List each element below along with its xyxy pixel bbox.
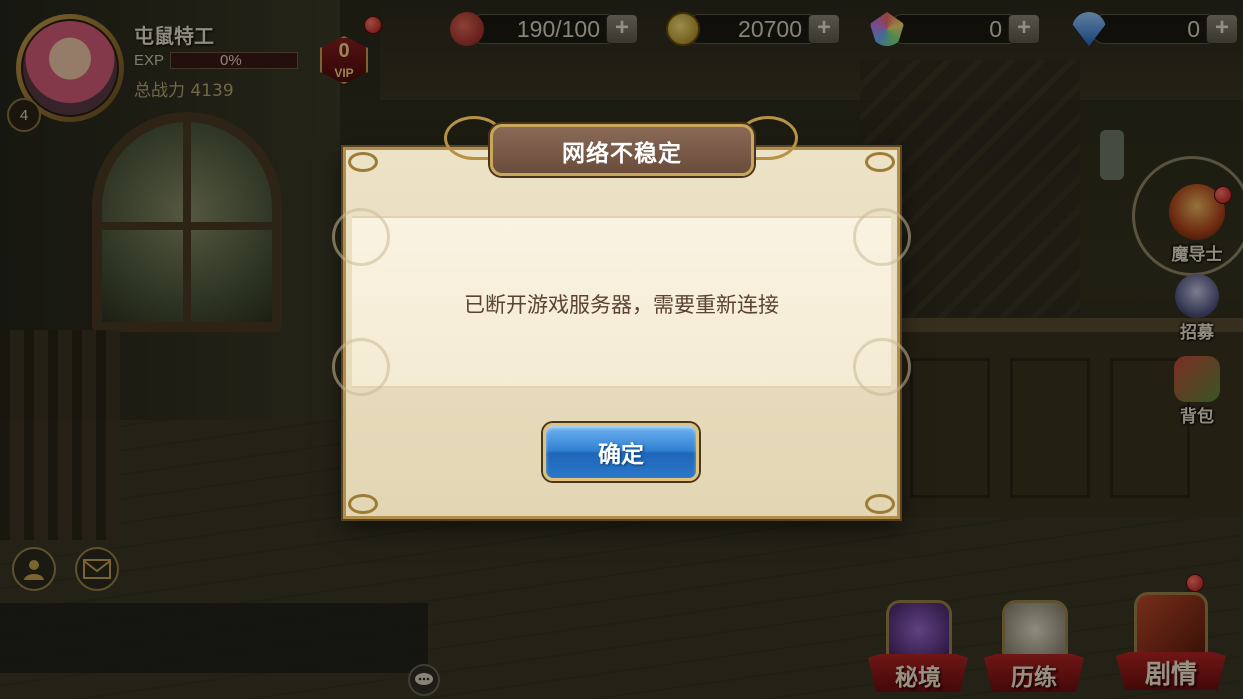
corner-ornament-icon bbox=[348, 152, 378, 172]
swirl-ornament-icon bbox=[853, 208, 911, 266]
corner-ornament-icon bbox=[348, 494, 378, 514]
dialog-message: 已断开游戏服务器，需要重新连接 bbox=[464, 293, 779, 317]
confirm-button[interactable]: 确定 bbox=[543, 423, 699, 481]
dialog-title: 网络不稳定 bbox=[562, 141, 682, 167]
swirl-ornament-icon bbox=[332, 208, 390, 266]
swirl-ornament-icon bbox=[332, 338, 390, 396]
swirl-ornament-icon bbox=[853, 338, 911, 396]
corner-ornament-icon bbox=[865, 494, 895, 514]
corner-ornament-icon bbox=[865, 152, 895, 172]
